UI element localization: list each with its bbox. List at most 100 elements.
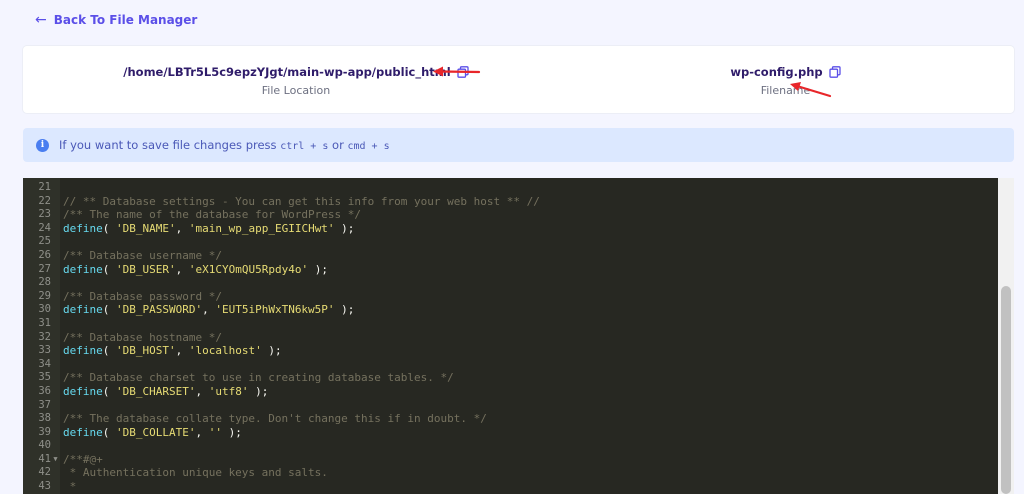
code-line[interactable]: 34 bbox=[23, 358, 998, 372]
code-line[interactable]: 39 define( 'DB_COLLATE', '' ); bbox=[23, 426, 998, 440]
code-token-comment: // ** Database settings - You can get th… bbox=[63, 194, 540, 208]
code-line[interactable]: 33 define( 'DB_HOST', 'localhost' ); bbox=[23, 344, 998, 358]
code-token-str: '' bbox=[208, 425, 222, 439]
line-number: 22 bbox=[38, 194, 51, 207]
code-line[interactable]: 42 * Authentication unique keys and salt… bbox=[23, 466, 998, 480]
code-text: /** The database collate type. Don't cha… bbox=[60, 412, 487, 426]
save-hint-text: If you want to save file changes press c… bbox=[59, 138, 390, 152]
code-token-punc: ); bbox=[248, 384, 269, 398]
code-token-str: 'DB_COLLATE' bbox=[116, 425, 196, 439]
code-line[interactable]: 30 define( 'DB_PASSWORD', 'EUT5iPhWxTN6kw… bbox=[23, 303, 998, 317]
code-line[interactable]: 43 * bbox=[23, 480, 998, 494]
code-line[interactable]: 22 // ** Database settings - You can get … bbox=[23, 195, 998, 209]
line-number: 30 bbox=[38, 303, 51, 316]
line-number: 39 bbox=[38, 425, 51, 438]
code-line[interactable]: 23 /** The name of the database for WordP… bbox=[23, 208, 998, 222]
code-text: /** Database password */ bbox=[60, 290, 222, 304]
code-text: * bbox=[60, 480, 77, 494]
filename-label: Filename bbox=[760, 84, 811, 97]
code-line[interactable]: 40 bbox=[23, 439, 998, 453]
code-line[interactable]: 27 define( 'DB_USER', 'eX1CYOmQU5Rpdy4o' … bbox=[23, 263, 998, 277]
editor-scrollbar-thumb[interactable] bbox=[1001, 286, 1011, 494]
code-text: define( 'DB_CHARSET', 'utf8' ); bbox=[60, 385, 268, 399]
code-editor[interactable]: 21 22 // ** Database settings - You can ge… bbox=[23, 178, 1014, 494]
line-number: 25 bbox=[38, 235, 51, 248]
save-hint-alert: i If you want to save file changes press… bbox=[23, 128, 1014, 162]
line-number: 26 bbox=[38, 248, 51, 261]
code-token-punc: , bbox=[175, 262, 189, 276]
code-token-punc: ); bbox=[334, 303, 355, 317]
code-token-comment: * Authentication unique keys and salts. bbox=[63, 466, 328, 480]
file-info-card: /home/LBTr5L5c9epzYJgt/main-wp-app/publi… bbox=[23, 46, 1014, 113]
back-to-file-manager-link[interactable]: ← Back To File Manager bbox=[35, 13, 197, 27]
code-line[interactable]: 26 /** Database username */ bbox=[23, 249, 998, 263]
line-number: 24 bbox=[38, 221, 51, 234]
line-number: 28 bbox=[38, 276, 51, 289]
code-line[interactable]: 32 /** Database hostname */ bbox=[23, 331, 998, 345]
code-token-comment: /**#@+ bbox=[63, 452, 103, 466]
code-line[interactable]: 24 define( 'DB_NAME', 'main_wp_app_EGIICH… bbox=[23, 222, 998, 236]
file-location-label: File Location bbox=[261, 84, 331, 97]
copy-icon[interactable] bbox=[829, 66, 841, 78]
code-token-comment: /** The database collate type. Don't cha… bbox=[63, 412, 487, 426]
code-token-punc: , bbox=[195, 425, 209, 439]
line-number: 33 bbox=[38, 344, 51, 357]
code-token-fn: define bbox=[63, 384, 103, 398]
line-number: 32 bbox=[38, 330, 51, 343]
code-token-comment: /** Database password */ bbox=[63, 289, 222, 303]
code-token-str: 'eX1CYOmQU5Rpdy4o' bbox=[188, 262, 309, 276]
file-editor-page: ← Back To File Manager /home/LBTr5L5c9ep… bbox=[0, 0, 1024, 494]
code-token-punc: , bbox=[175, 344, 189, 358]
code-text: * Authentication unique keys and salts. bbox=[60, 466, 328, 480]
code-token-fn: define bbox=[63, 303, 103, 317]
line-number: 35 bbox=[38, 371, 51, 384]
code-line[interactable]: 41 ▼/**#@+ bbox=[23, 453, 998, 467]
line-number: 29 bbox=[38, 289, 51, 302]
code-line[interactable]: 38 /** The database collate type. Don't c… bbox=[23, 412, 998, 426]
code-token-fn: define bbox=[63, 262, 103, 276]
copy-icon[interactable] bbox=[457, 66, 469, 78]
file-location-block: /home/LBTr5L5c9epzYJgt/main-wp-app/publi… bbox=[123, 65, 469, 97]
code-line[interactable]: 28 bbox=[23, 276, 998, 290]
line-number: 23 bbox=[38, 208, 51, 221]
code-text: define( 'DB_HOST', 'localhost' ); bbox=[60, 344, 282, 358]
editor-scrollbar-track[interactable] bbox=[998, 178, 1014, 494]
line-number: 42 bbox=[38, 466, 51, 479]
line-number: 36 bbox=[38, 384, 51, 397]
save-hint-text-or: or bbox=[332, 138, 344, 152]
code-line[interactable]: 37 bbox=[23, 399, 998, 413]
code-token-punc: , bbox=[195, 384, 209, 398]
code-line[interactable]: 36 define( 'DB_CHARSET', 'utf8' ); bbox=[23, 385, 998, 399]
code-line[interactable]: 29 /** Database password */ bbox=[23, 290, 998, 304]
code-token-punc: ( bbox=[102, 262, 116, 276]
code-token-str: 'DB_USER' bbox=[116, 262, 176, 276]
code-line[interactable]: 31 bbox=[23, 317, 998, 331]
code-token-comment: * bbox=[63, 480, 77, 494]
arrow-left-icon: ← bbox=[35, 12, 47, 28]
filename-block: wp-config.php Filename bbox=[713, 65, 858, 97]
file-location-value: /home/LBTr5L5c9epzYJgt/main-wp-app/publi… bbox=[123, 65, 451, 79]
line-number: 38 bbox=[38, 412, 51, 425]
code-token-str: 'DB_HOST' bbox=[116, 344, 176, 358]
code-line[interactable]: 25 bbox=[23, 235, 998, 249]
code-line[interactable]: 21 bbox=[23, 181, 998, 195]
code-line[interactable]: 35 /** Database charset to use in creatin… bbox=[23, 371, 998, 385]
fold-toggle-icon[interactable]: ▼ bbox=[51, 453, 60, 467]
code-token-fn: define bbox=[63, 221, 103, 235]
code-token-str: 'DB_NAME' bbox=[116, 221, 176, 235]
